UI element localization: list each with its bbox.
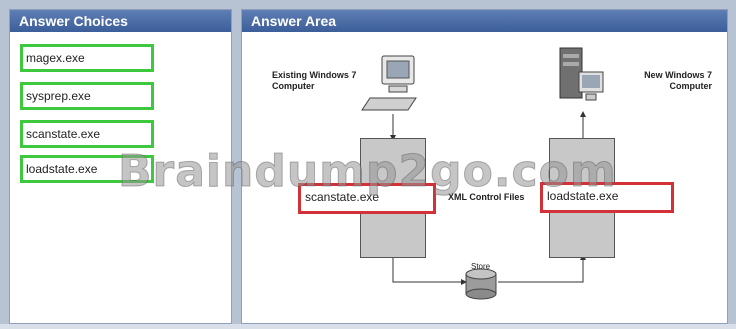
drop-target-scanstate[interactable]: scanstate.exe (298, 183, 436, 214)
diagram-connectors (361, 47, 604, 300)
existing-label-line2: Computer (272, 81, 315, 91)
answer-area-panel: Answer Area Existing Windows 7 Computer … (241, 9, 728, 324)
existing-label-line1: Existing Windows 7 (272, 70, 357, 80)
new-label-line1: New Windows 7 (644, 70, 712, 80)
bottom-border (0, 324, 736, 329)
new-computer-label: New Windows 7 Computer (622, 70, 712, 92)
answer-choices-header: Answer Choices (10, 10, 231, 32)
existing-computer-label: Existing Windows 7 Computer (272, 70, 356, 92)
new-label-line2: Computer (669, 81, 713, 91)
choice-scanstate[interactable]: scanstate.exe (20, 120, 154, 148)
arrow-from-store (498, 254, 586, 283)
new-computer-icon (559, 47, 604, 101)
store-database-icon (465, 268, 497, 300)
store-label: Store (471, 262, 491, 271)
choice-sysprep[interactable]: sysprep.exe (20, 82, 154, 110)
answer-choices-panel: Answer Choices magex.exe sysprep.exe sca… (9, 9, 232, 324)
arrow-to-store (392, 255, 467, 285)
choice-loadstate[interactable]: loadstate.exe (20, 155, 154, 183)
xml-control-files-label: XML Control Files (448, 192, 525, 202)
choice-magex[interactable]: magex.exe (20, 44, 154, 72)
existing-computer-icon (361, 55, 417, 111)
drop-target-loadstate[interactable]: loadstate.exe (540, 182, 674, 213)
